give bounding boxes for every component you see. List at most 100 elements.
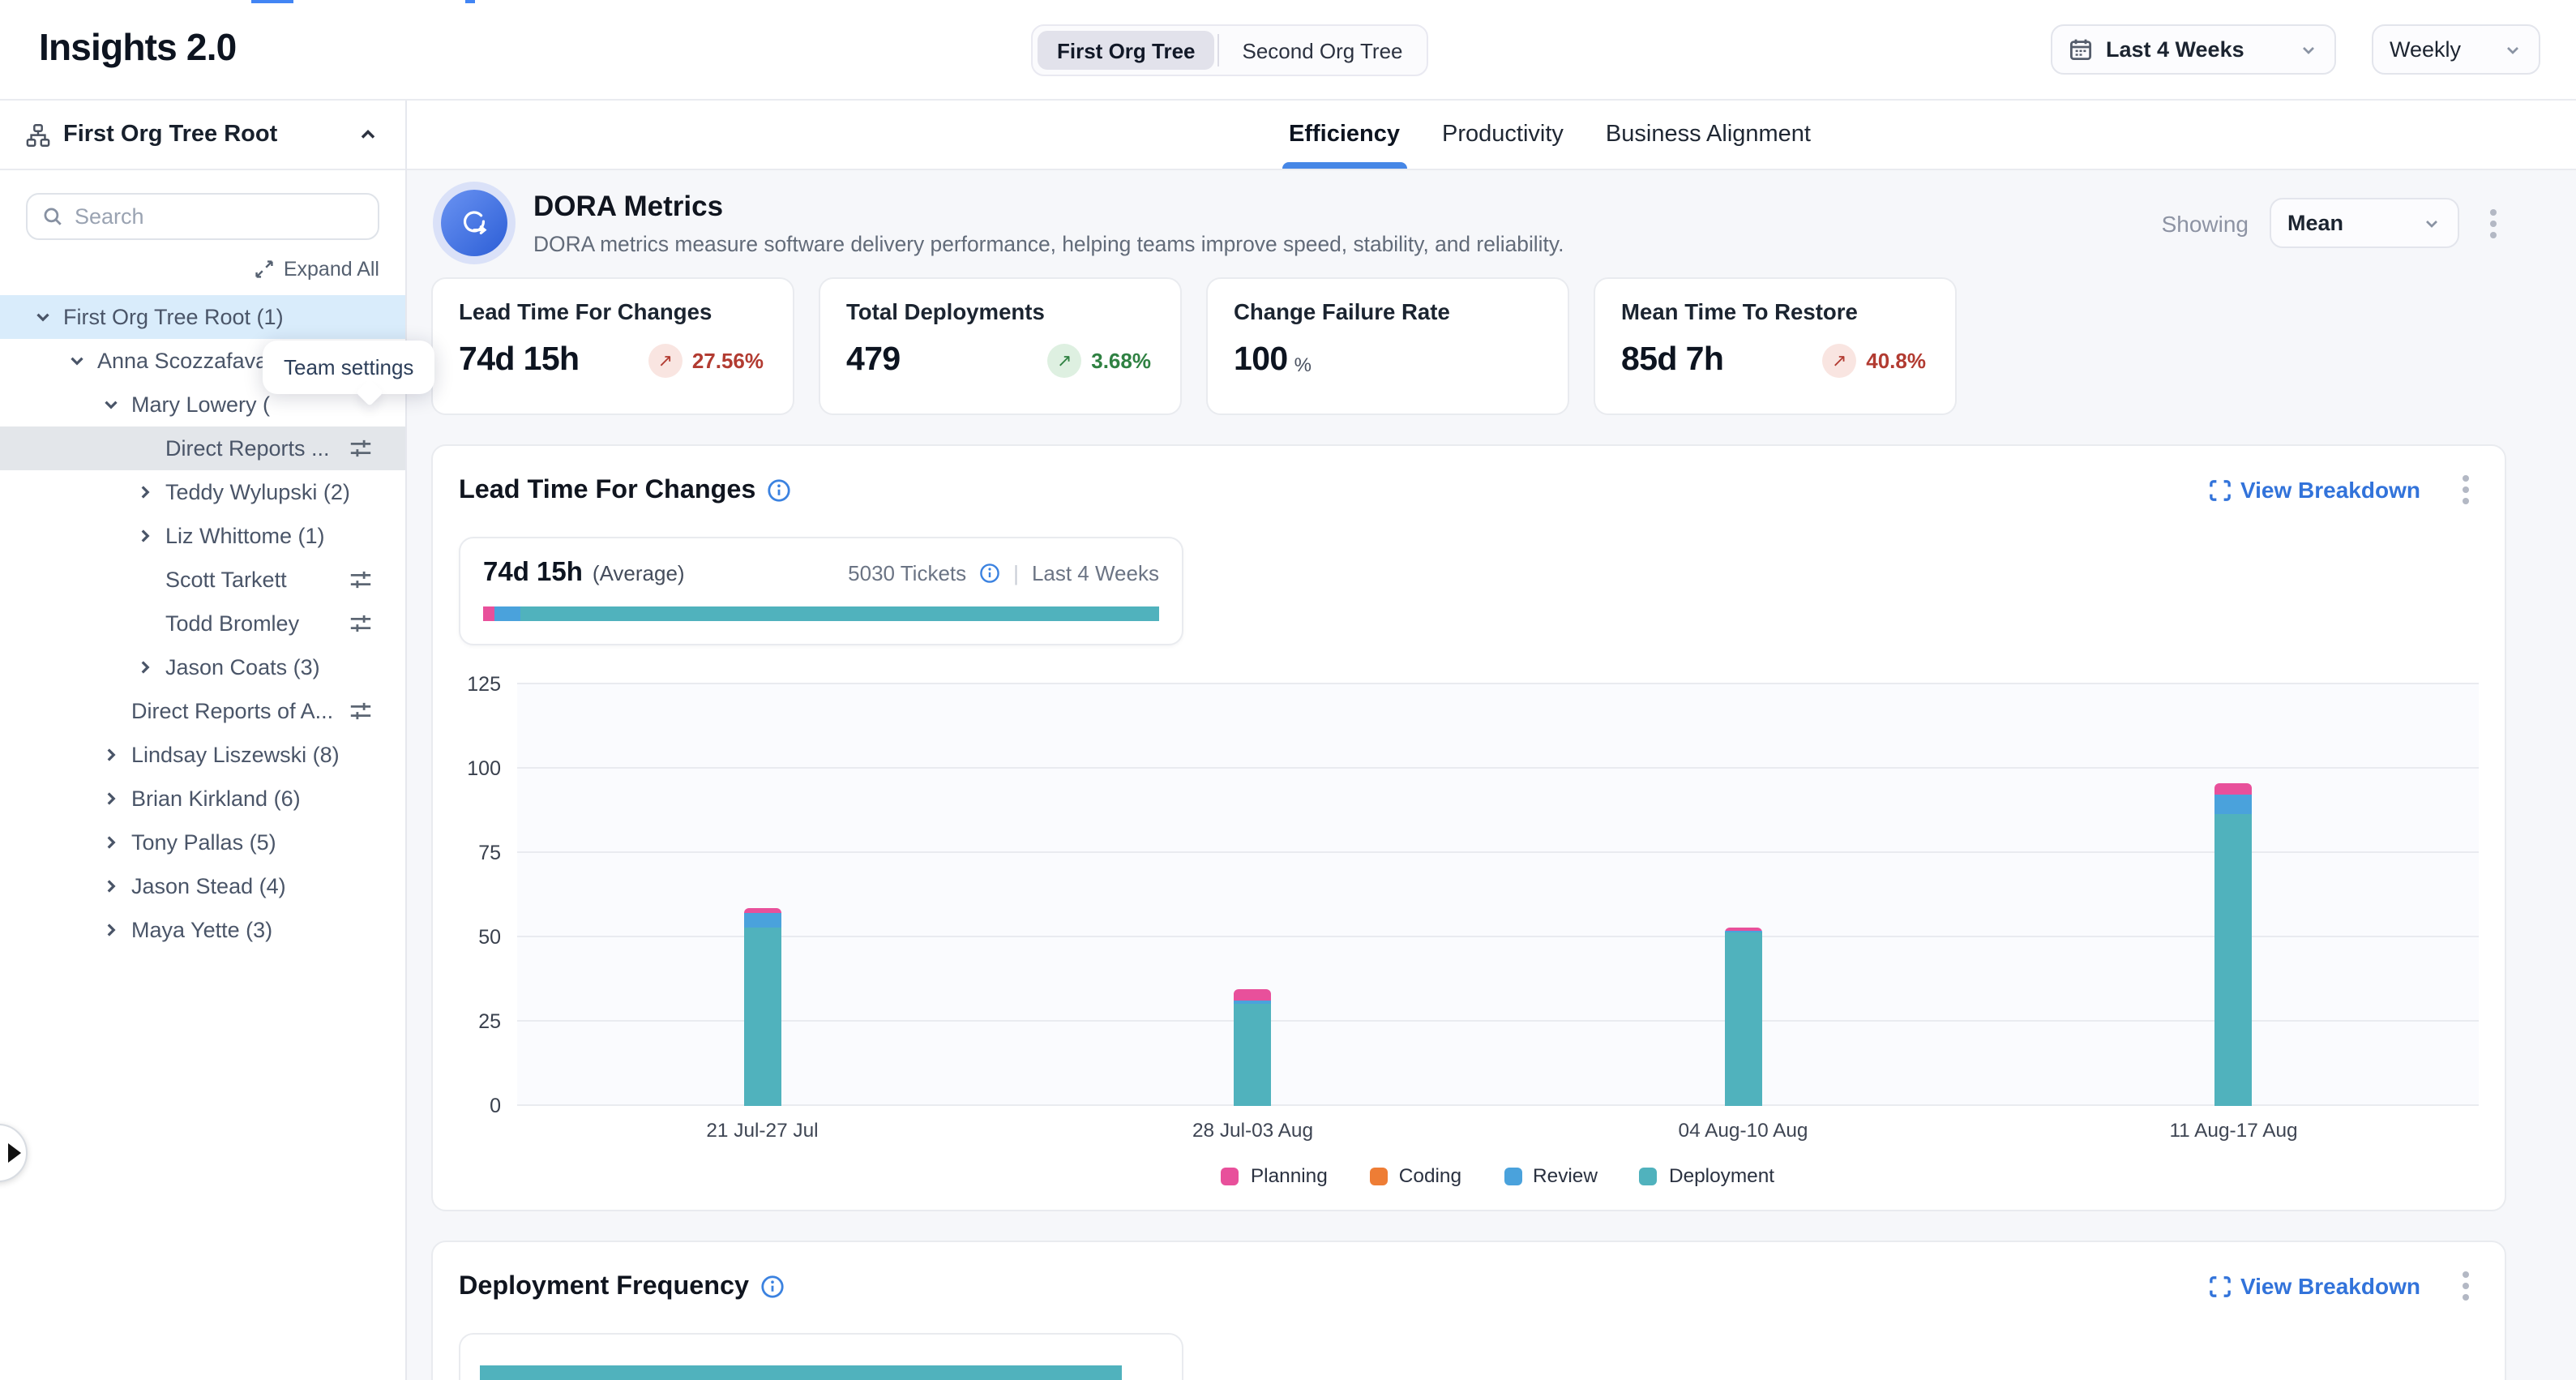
bar-segment-deployment — [1725, 933, 1762, 1106]
search-input[interactable] — [75, 204, 363, 229]
info-icon[interactable] — [767, 478, 791, 502]
y-axis-labels: 0255075100125 — [459, 684, 517, 1106]
granularity-select[interactable]: Weekly — [2372, 24, 2540, 75]
tree-item-label: Liz Whittome (1) — [165, 524, 325, 548]
chart-legend: PlanningCodingReviewDeployment — [517, 1164, 2479, 1187]
legend-item-coding: Coding — [1370, 1164, 1461, 1187]
chevron-right-icon[interactable] — [131, 654, 157, 680]
team-settings-icon[interactable] — [349, 436, 373, 461]
bars-layer — [517, 684, 2479, 1106]
tree-item-jason-coats-3[interactable]: Jason Coats (3) — [0, 645, 405, 689]
delta-percent: 27.56% — [692, 348, 764, 372]
tree-item-label: Direct Reports ... — [165, 436, 330, 461]
dora-title: DORA Metrics — [533, 190, 1564, 224]
lead-time-menu-kebab-icon[interactable] — [2453, 469, 2479, 511]
delta-badge: ↗40.8% — [1822, 343, 1929, 377]
chevron-right-icon[interactable] — [97, 873, 123, 899]
expand-all-label: Expand All — [284, 258, 379, 281]
tree-item-teddy-wylupski-2[interactable]: Teddy Wylupski (2) — [0, 470, 405, 514]
phase-segment-deployment — [520, 606, 1159, 621]
tree-item-brian-kirkland-6[interactable]: Brian Kirkland (6) — [0, 777, 405, 821]
date-range-select[interactable]: Last 4 Weeks — [2051, 24, 2336, 75]
tab-business-alignment[interactable]: Business Alignment — [1606, 101, 1811, 169]
org-tree-icon — [26, 122, 50, 147]
deployment-frequency-menu-kebab-icon[interactable] — [2453, 1265, 2479, 1307]
tree-item-liz-whittome-1[interactable]: Liz Whittome (1) — [0, 514, 405, 558]
stacked-bar-2[interactable] — [1235, 990, 1272, 1106]
collapse-sidebar-icon[interactable] — [357, 123, 379, 146]
tree-item-first-org-tree-root-1[interactable]: First Org Tree Root (1) — [0, 295, 405, 339]
tree-item-lindsay-liszewski-8[interactable]: Lindsay Liszewski (8) — [0, 733, 405, 777]
delta-percent: 3.68% — [1091, 348, 1151, 372]
tab-productivity[interactable]: Productivity — [1442, 101, 1564, 169]
tree-item-scott-tarkett[interactable]: Scott Tarkett — [0, 558, 405, 602]
tree-item-label: Brian Kirkland (6) — [131, 786, 301, 811]
tree-item-tony-pallas-5[interactable]: Tony Pallas (5) — [0, 821, 405, 864]
app-title: Insights 2.0 — [39, 26, 236, 70]
tree-item-maya-yette-3[interactable]: Maya Yette (3) — [0, 908, 405, 952]
sidebar-search[interactable] — [26, 193, 379, 240]
chevron-down-icon[interactable] — [29, 304, 55, 330]
dora-header: DORA Metrics DORA metrics measure softwa… — [431, 190, 2506, 256]
team-settings-icon[interactable] — [349, 568, 373, 592]
tree-item-label: Scott Tarkett — [165, 568, 287, 592]
chevron-down-icon[interactable] — [97, 392, 123, 418]
dashboard-content: DORA Metrics DORA metrics measure softwa… — [407, 170, 2576, 1380]
tree-item-direct-reports-of-a[interactable]: Direct Reports of A... — [0, 689, 405, 733]
stacked-bar-1[interactable] — [744, 909, 781, 1106]
info-icon[interactable] — [979, 563, 1000, 584]
chevron-down-icon[interactable] — [63, 348, 89, 374]
divider: | — [1013, 561, 1019, 585]
org-tree-tab-second[interactable]: Second Org Tree — [1223, 31, 1423, 70]
chevron-right-icon[interactable] — [131, 523, 157, 549]
org-tree-tab-first[interactable]: First Org Tree — [1038, 31, 1215, 70]
tree-item-jason-stead-4[interactable]: Jason Stead (4) — [0, 864, 405, 908]
chevron-right-icon[interactable] — [97, 742, 123, 768]
section-tabs-bar: Efficiency Productivity Business Alignme… — [407, 101, 2576, 170]
legend-swatch — [1640, 1167, 1658, 1185]
view-breakdown-link[interactable]: View Breakdown — [2210, 477, 2420, 503]
tab-efficiency[interactable]: Efficiency — [1289, 101, 1400, 169]
team-settings-icon[interactable] — [349, 699, 373, 723]
info-icon[interactable] — [760, 1274, 785, 1298]
bar-segment-planning — [2215, 782, 2253, 794]
chevron-right-icon[interactable] — [131, 479, 157, 505]
insights-app: Insights 2.0 First Org Tree Second Org T… — [0, 0, 2576, 1380]
org-tree-switcher: First Org Tree Second Org Tree — [1031, 24, 1429, 76]
chevron-right-icon[interactable] — [97, 917, 123, 943]
expand-all-button[interactable]: Expand All — [26, 258, 379, 281]
stacked-bar-3[interactable] — [1725, 928, 1762, 1106]
chevron-right-icon[interactable] — [97, 829, 123, 855]
legend-label: Planning — [1251, 1164, 1328, 1187]
delta-percent: 40.8% — [1866, 348, 1926, 372]
metric-card-title: Mean Time To Restore — [1621, 300, 1929, 324]
showing-label: Showing — [2162, 210, 2249, 236]
tree-item-label: Todd Bromley — [165, 611, 299, 636]
chevron-spacer — [131, 567, 157, 593]
metric-card-value-row: 74d 15h↗27.56% — [459, 341, 767, 379]
tree-item-todd-bromley[interactable]: Todd Bromley — [0, 602, 405, 645]
bar-slot-1 — [517, 684, 1008, 1106]
legend-item-review: Review — [1504, 1164, 1598, 1187]
x-axis-labels: 21 Jul-27 Jul28 Jul-03 Aug04 Aug-10 Aug1… — [517, 1119, 2479, 1142]
plot-area — [517, 684, 2479, 1106]
lead-time-title: Lead Time For Changes — [459, 474, 755, 505]
chevron-right-icon[interactable] — [97, 786, 123, 812]
tree-item-direct-reports[interactable]: Direct Reports ... — [0, 426, 405, 470]
chevron-down-icon — [2299, 40, 2318, 59]
segment-divider — [1218, 34, 1220, 66]
metric-card-title: Lead Time For Changes — [459, 300, 767, 324]
dora-menu-kebab-icon[interactable] — [2480, 202, 2506, 244]
sidebar-root-label: First Org Tree Root — [63, 122, 277, 148]
team-settings-icon[interactable] — [349, 611, 373, 636]
metric-card-value: 74d 15h — [459, 341, 580, 379]
x-tick-label: 28 Jul-03 Aug — [1008, 1119, 1498, 1142]
dora-metrics-icon — [441, 190, 507, 256]
view-breakdown-link[interactable]: View Breakdown — [2210, 1273, 2420, 1299]
phase-distribution-bar — [483, 606, 1159, 621]
stacked-bar-4[interactable] — [2215, 782, 2253, 1106]
lead-time-panel: Lead Time For Changes — [431, 444, 2506, 1211]
aggregation-select[interactable]: Mean — [2270, 198, 2459, 248]
summary-average-value: 74d 15h — [483, 558, 583, 589]
tree-item-label: Mary Lowery ( — [131, 392, 270, 417]
